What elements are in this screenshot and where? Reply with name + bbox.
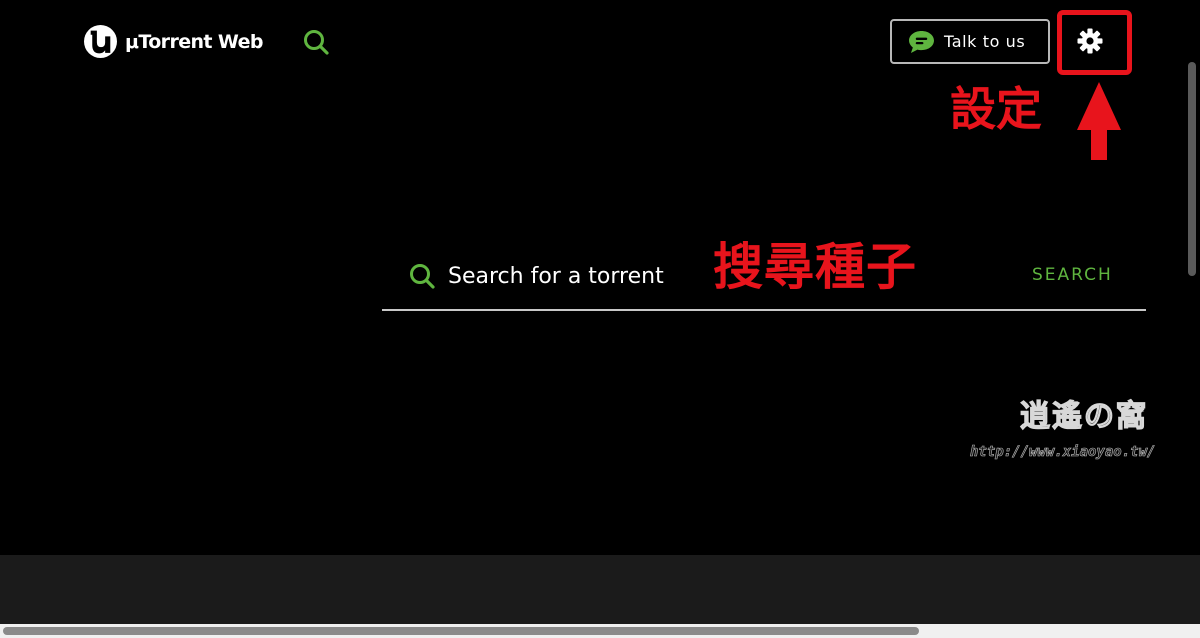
app-logo[interactable]: μTorrent Web — [84, 25, 263, 58]
talk-to-us-label: Talk to us — [944, 32, 1026, 51]
search-button[interactable]: SEARCH — [1032, 265, 1113, 285]
settings-highlight-box — [1057, 10, 1132, 75]
watermark-url: http://www.xiaoyao.tw/ — [970, 444, 1156, 461]
chat-bubble-icon — [909, 30, 934, 53]
utorrent-logo-icon — [84, 25, 117, 58]
talk-to-us-button[interactable]: Talk to us — [890, 19, 1050, 64]
search-icon[interactable] — [302, 28, 330, 56]
search-underline — [382, 309, 1146, 311]
watermark-title: 逍遙の窩 — [1019, 399, 1148, 434]
app-name: μTorrent Web — [125, 30, 263, 53]
search-annotation-label: 搜尋種子 — [713, 238, 917, 296]
search-icon — [410, 264, 435, 289]
arrow-up-icon — [1077, 82, 1121, 160]
horizontal-scrollbar-thumb[interactable] — [3, 627, 919, 635]
settings-annotation-label: 設定 — [950, 82, 1042, 136]
vertical-scrollbar-thumb[interactable] — [1188, 62, 1196, 276]
search-input[interactable] — [448, 258, 708, 294]
